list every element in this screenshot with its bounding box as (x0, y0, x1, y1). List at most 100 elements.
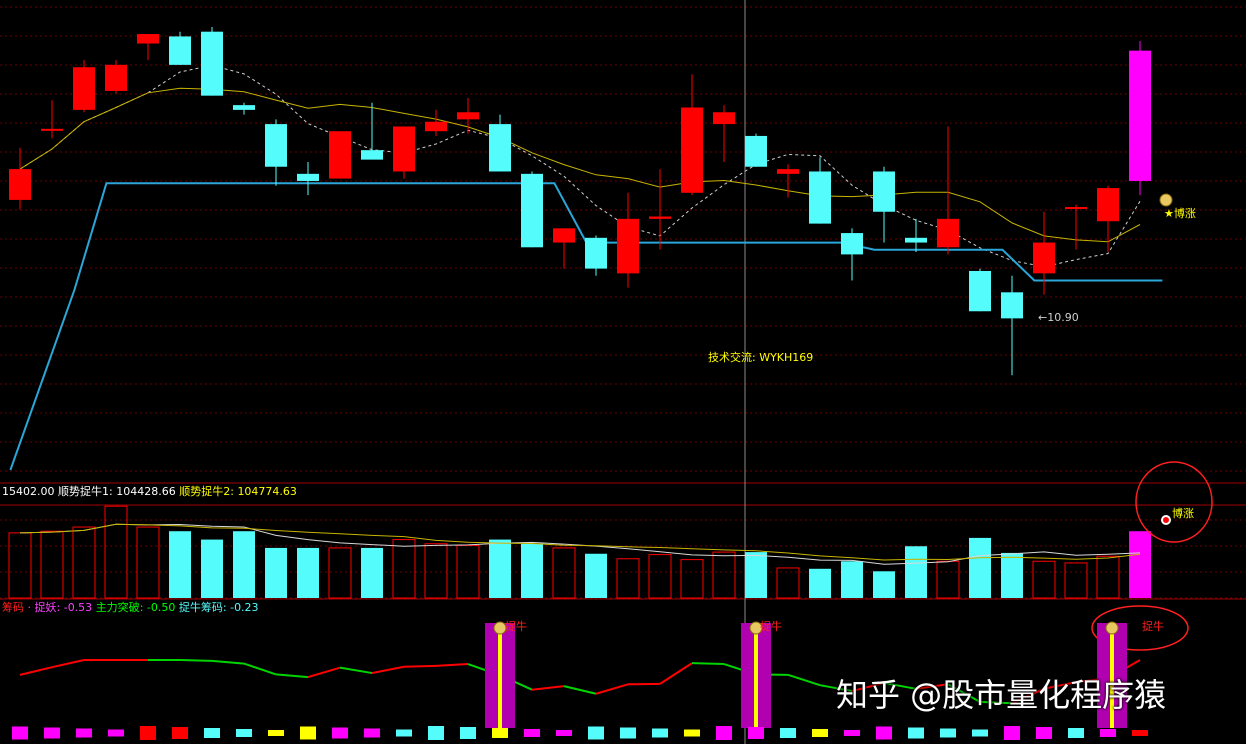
candle-body (649, 216, 671, 219)
volume-field1-value: 15402.00 (2, 485, 55, 498)
indicator-line (243, 662, 277, 676)
volume-bar (552, 547, 576, 599)
indicator-line (211, 659, 245, 665)
volume-bar (809, 568, 831, 598)
indicator-small-bar (1132, 730, 1148, 736)
indicator-small-bar (364, 728, 380, 738)
volume-bar (361, 547, 383, 598)
volume-bar (936, 560, 960, 599)
candle-body (265, 124, 287, 167)
indicator-line (691, 662, 725, 666)
volume-bar (169, 531, 191, 598)
indicator-name1: 筹码 (2, 601, 24, 614)
indicator-small-bar (460, 727, 476, 739)
bozhang-price-label: ★博涨 (1164, 207, 1196, 220)
candle-body (1129, 50, 1151, 181)
volume-bar (905, 546, 927, 598)
indicator-name3: 主力突破 (95, 601, 140, 614)
volume-bar (841, 561, 863, 598)
indicator-small-bar (684, 729, 700, 737)
indicator-small-bar (780, 728, 796, 738)
indicator-name4: 捉牛筹码 (178, 601, 223, 614)
ma-short-dashed-line (19, 64, 1141, 268)
indicator-line (339, 666, 373, 675)
indicator-small-bar (524, 729, 540, 737)
tech-contact-label: 技术交流: WYKH169 (708, 351, 814, 364)
indicator-small-bar (748, 727, 764, 739)
indicator-value4: -0.23 (230, 601, 259, 614)
volume-bar (1096, 555, 1120, 599)
volume-field2-value: 104428.66 (116, 485, 176, 498)
indicator-name2: 捉妖 (34, 601, 57, 614)
indicator-small-bar (588, 726, 604, 740)
zhuoniu-signal-core (754, 633, 758, 728)
volume-bar (136, 526, 160, 599)
indicator-small-bar (268, 730, 284, 736)
candle-body (745, 135, 767, 167)
candle-body (617, 218, 639, 274)
volume-bar (265, 547, 287, 598)
volume-bar (745, 552, 767, 598)
ma-long-yellow-line (19, 87, 1141, 243)
candle-body (681, 107, 703, 193)
candle-body (809, 171, 831, 224)
chart-canvas[interactable] (0, 0, 1246, 744)
candle-body (393, 126, 415, 172)
zhuoniu-label-3: 捉牛 (1142, 620, 1164, 633)
indicator-small-bar (1036, 727, 1052, 739)
volume-bar (424, 543, 448, 599)
volume-bar (1032, 560, 1056, 599)
volume-bar (8, 532, 32, 599)
indicator-line (531, 685, 565, 691)
volume-bar (201, 539, 223, 598)
candle-body (457, 112, 479, 120)
candle-body (105, 64, 127, 91)
indicator-small-bar (396, 729, 412, 737)
indicator-line (403, 664, 437, 668)
candle-body (1033, 242, 1055, 274)
indicator-small-bar (940, 728, 956, 738)
indicator-line (787, 673, 821, 687)
volume-field3-name: 顺势捉牛2 (179, 485, 231, 498)
indicator-line (371, 665, 405, 675)
candle-body (553, 228, 575, 243)
indicator-line (51, 659, 85, 669)
indicator-small-bar (236, 729, 252, 737)
indicator-small-bar (556, 730, 572, 736)
volume-bar (616, 558, 640, 599)
candle-body (1065, 207, 1087, 210)
indicator-value3: -0.50 (146, 601, 176, 614)
plus-icon-core (1163, 517, 1169, 523)
indicator-small-bar (300, 726, 316, 740)
candle-body (9, 169, 31, 200)
indicator-small-bar (812, 729, 828, 737)
candle-body (969, 270, 991, 312)
volume-bar (521, 543, 543, 598)
watermark: 知乎 @股市量化程序猿 (836, 676, 1167, 714)
indicator-line (307, 666, 341, 679)
candle-body (73, 67, 95, 110)
candle-body (777, 169, 799, 174)
candle-body (329, 131, 351, 179)
candle-body (361, 150, 383, 160)
candle-body (1097, 188, 1119, 222)
zhuoniu-signal-core (498, 633, 502, 728)
volume-bar (648, 554, 672, 599)
volume-header: 15402.00 顺势捉牛1: 104428.66 顺势捉牛2: 104774.… (2, 485, 297, 498)
candle-body (233, 105, 255, 110)
indicator-small-bar (428, 726, 444, 740)
indicator-small-bar (1004, 726, 1020, 740)
indicator-small-bar (908, 727, 924, 739)
indicator-line (659, 662, 693, 685)
candle-body (489, 124, 511, 172)
candle-body (137, 34, 159, 44)
candle-body (873, 171, 895, 212)
indicator-small-bar (332, 727, 348, 739)
indicator-small-bar (172, 727, 188, 739)
highlight-circle-volume (1135, 461, 1213, 543)
indicator-small-bar (1068, 728, 1084, 738)
candle-body (41, 128, 63, 131)
volume-bar (328, 547, 352, 599)
volume-bar (489, 539, 511, 598)
indicator-line (595, 683, 629, 695)
